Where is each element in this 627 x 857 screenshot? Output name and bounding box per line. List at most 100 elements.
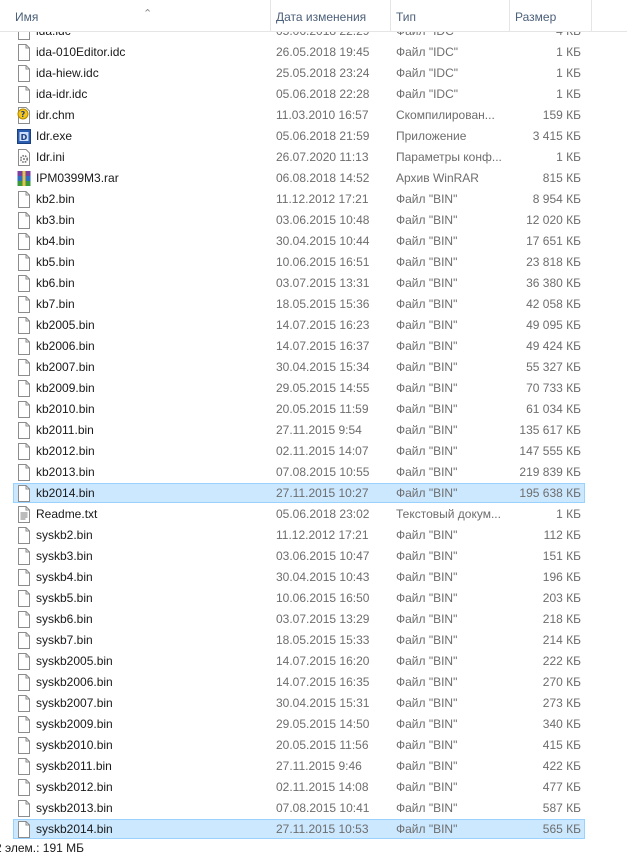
file-date: 30.04.2015 15:31 — [276, 696, 370, 710]
column-header-name[interactable]: Имя ⌃ — [10, 0, 270, 31]
file-row[interactable]: kb5.bin 10.06.2015 16:51 Файл "BIN" 23 818 … — [0, 252, 627, 273]
file-type: Файл "IDC" — [396, 45, 459, 59]
file-size: 218 КБ — [542, 612, 581, 626]
file-type: Файл "BIN" — [396, 465, 458, 479]
file-date: 29.05.2015 14:55 — [276, 381, 370, 395]
file-date: 03.07.2015 13:29 — [276, 612, 370, 626]
file-size: 195 638 КБ — [519, 486, 581, 500]
file-row[interactable]: syskb2013.bin 07.08.2015 10:41 Файл "BIN" 5… — [0, 798, 627, 819]
column-header-size[interactable]: Размер — [509, 0, 591, 31]
file-date: 30.04.2015 15:34 — [276, 360, 370, 374]
file-size: 1 КБ — [556, 150, 581, 164]
column-header-type[interactable]: Тип — [390, 0, 509, 31]
file-date: 03.06.2015 10:48 — [276, 213, 370, 227]
file-date: 05.06.2018 22:28 — [276, 87, 370, 101]
file-size: 147 555 КБ — [519, 444, 581, 458]
text-file-icon — [17, 506, 31, 523]
file-icon — [17, 464, 31, 481]
file-row[interactable]: ? idr.chm 11.03.2010 16:57 Скомпилирован...… — [0, 105, 627, 126]
file-row[interactable]: syskb2005.bin 14.07.2015 16:20 Файл "BIN" 2… — [0, 651, 627, 672]
status-text: 2 элем.: 191 МБ — [0, 841, 85, 855]
file-row[interactable]: kb2013.bin 07.08.2015 10:55 Файл "BIN" 219 … — [0, 462, 627, 483]
file-date: 27.11.2015 10:53 — [276, 822, 369, 836]
file-icon — [17, 212, 31, 229]
file-row[interactable]: kb2009.bin 29.05.2015 14:55 Файл "BIN" 70 7… — [0, 378, 627, 399]
file-type: Файл "BIN" — [396, 759, 458, 773]
file-row[interactable]: syskb2011.bin 27.11.2015 9:46 Файл "BIN" 42… — [0, 756, 627, 777]
file-row[interactable]: syskb2009.bin 29.05.2015 14:50 Файл "BIN" 3… — [0, 714, 627, 735]
file-row[interactable]: kb2005.bin 14.07.2015 16:23 Файл "BIN" 49 0… — [0, 315, 627, 336]
file-row[interactable]: syskb2010.bin 20.05.2015 11:56 Файл "BIN" 4… — [0, 735, 627, 756]
file-type: Файл "BIN" — [396, 444, 458, 458]
file-row[interactable]: syskb2014.bin 27.11.2015 10:53 Файл "BIN" 5… — [0, 819, 627, 840]
file-type: Файл "BIN" — [396, 738, 458, 752]
file-row[interactable]: kb2.bin 11.12.2012 17:21 Файл "BIN" 8 954 К… — [0, 189, 627, 210]
file-size: 3 415 КБ — [532, 129, 581, 143]
file-row[interactable]: kb2006.bin 14.07.2015 16:37 Файл "BIN" 49 4… — [0, 336, 627, 357]
file-size: 196 КБ — [542, 570, 581, 584]
column-header-date[interactable]: Дата изменения — [270, 0, 390, 31]
file-row[interactable]: kb2011.bin 27.11.2015 9:54 Файл "BIN" 135 6… — [0, 420, 627, 441]
file-row[interactable]: ida-hiew.idc 25.05.2018 23:24 Файл "IDC" 1 … — [0, 63, 627, 84]
file-name: Readme.txt — [36, 507, 98, 521]
file-size: 422 КБ — [542, 759, 581, 773]
file-icon — [17, 44, 31, 61]
file-name: kb2010.bin — [36, 402, 95, 416]
file-row[interactable]: kb2007.bin 30.04.2015 15:34 Файл "BIN" 55 3… — [0, 357, 627, 378]
file-icon — [17, 65, 31, 82]
file-row[interactable]: kb4.bin 30.04.2015 10:44 Файл "BIN" 17 651 … — [0, 231, 627, 252]
file-row[interactable]: D Idr.exe 05.06.2018 21:59 Приложение 3 415 … — [0, 126, 627, 147]
file-size: 36 380 КБ — [526, 276, 581, 290]
file-date: 30.04.2015 10:43 — [276, 570, 370, 584]
file-row[interactable]: kb6.bin 03.07.2015 13:31 Файл "BIN" 36 380 … — [0, 273, 627, 294]
file-row[interactable]: ida-idr.idc 05.06.2018 22:28 Файл "IDC" 1 К… — [0, 84, 627, 105]
file-type: Файл "BIN" — [396, 801, 458, 815]
file-size: 340 КБ — [542, 717, 581, 731]
file-row[interactable]: IPM0399M3.rar 06.08.2018 14:52 Архив WinRA… — [0, 168, 627, 189]
file-date: 10.06.2015 16:50 — [276, 591, 370, 605]
file-icon — [17, 443, 31, 460]
file-size: 12 020 КБ — [526, 213, 581, 227]
file-icon — [17, 800, 31, 817]
file-icon — [17, 674, 31, 691]
app-icon: D — [17, 128, 31, 145]
file-row[interactable]: syskb3.bin 03.06.2015 10:47 Файл "BIN" 151 … — [0, 546, 627, 567]
file-row[interactable]: syskb6.bin 03.07.2015 13:29 Файл "BIN" 218 … — [0, 609, 627, 630]
file-icon — [17, 527, 31, 544]
file-icon — [17, 653, 31, 670]
file-name: kb5.bin — [36, 255, 75, 269]
file-row[interactable]: Idr.ini 26.07.2020 11:13 Параметры конф...… — [0, 147, 627, 168]
file-icon — [17, 569, 31, 586]
file-name: syskb2011.bin — [36, 759, 112, 773]
file-type: Файл "BIN" — [396, 654, 458, 668]
file-row[interactable]: ida-010Editor.idc 26.05.2018 19:45 Файл "I… — [0, 42, 627, 63]
file-row[interactable]: syskb2006.bin 14.07.2015 16:35 Файл "BIN" 2… — [0, 672, 627, 693]
file-type: Файл "BIN" — [396, 591, 458, 605]
file-row[interactable]: kb7.bin 18.05.2015 15:36 Файл "BIN" 42 058 … — [0, 294, 627, 315]
file-row[interactable]: syskb2.bin 11.12.2012 17:21 Файл "BIN" 112 … — [0, 525, 627, 546]
file-type: Файл "BIN" — [396, 402, 458, 416]
file-row[interactable]: kb2010.bin 20.05.2015 11:59 Файл "BIN" 61 0… — [0, 399, 627, 420]
file-icon — [17, 590, 31, 607]
file-date: 20.05.2015 11:56 — [276, 738, 369, 752]
file-type: Файл "BIN" — [396, 339, 458, 353]
file-type: Параметры конф... — [396, 150, 502, 164]
file-row[interactable]: kb2014.bin 27.11.2015 10:27 Файл "BIN" 195 … — [0, 483, 627, 504]
file-name: syskb7.bin — [36, 633, 93, 647]
settings-file-icon — [17, 149, 31, 166]
file-name: kb2013.bin — [36, 465, 95, 479]
file-date: 18.05.2015 15:33 — [276, 633, 370, 647]
file-date: 11.12.2012 17:21 — [276, 192, 369, 206]
file-row[interactable]: syskb4.bin 30.04.2015 10:43 Файл "BIN" 196 … — [0, 567, 627, 588]
file-row[interactable]: syskb7.bin 18.05.2015 15:33 Файл "BIN" 214 … — [0, 630, 627, 651]
file-date: 06.08.2018 14:52 — [276, 171, 370, 185]
file-row[interactable]: kb2012.bin 02.11.2015 14:07 Файл "BIN" 147 … — [0, 441, 627, 462]
file-row[interactable]: syskb5.bin 10.06.2015 16:50 Файл "BIN" 203 … — [0, 588, 627, 609]
file-row[interactable]: kb3.bin 03.06.2015 10:48 Файл "BIN" 12 020 … — [0, 210, 627, 231]
file-row[interactable]: syskb2007.bin 30.04.2015 15:31 Файл "BIN" 2… — [0, 693, 627, 714]
file-type: Файл "BIN" — [396, 612, 458, 626]
file-row[interactable]: syskb2012.bin 02.11.2015 14:08 Файл "BIN" 4… — [0, 777, 627, 798]
file-icon — [17, 233, 31, 250]
file-row[interactable]: Readme.txt 05.06.2018 23:02 Текстовый доку… — [0, 504, 627, 525]
file-date: 14.07.2015 16:23 — [276, 318, 370, 332]
